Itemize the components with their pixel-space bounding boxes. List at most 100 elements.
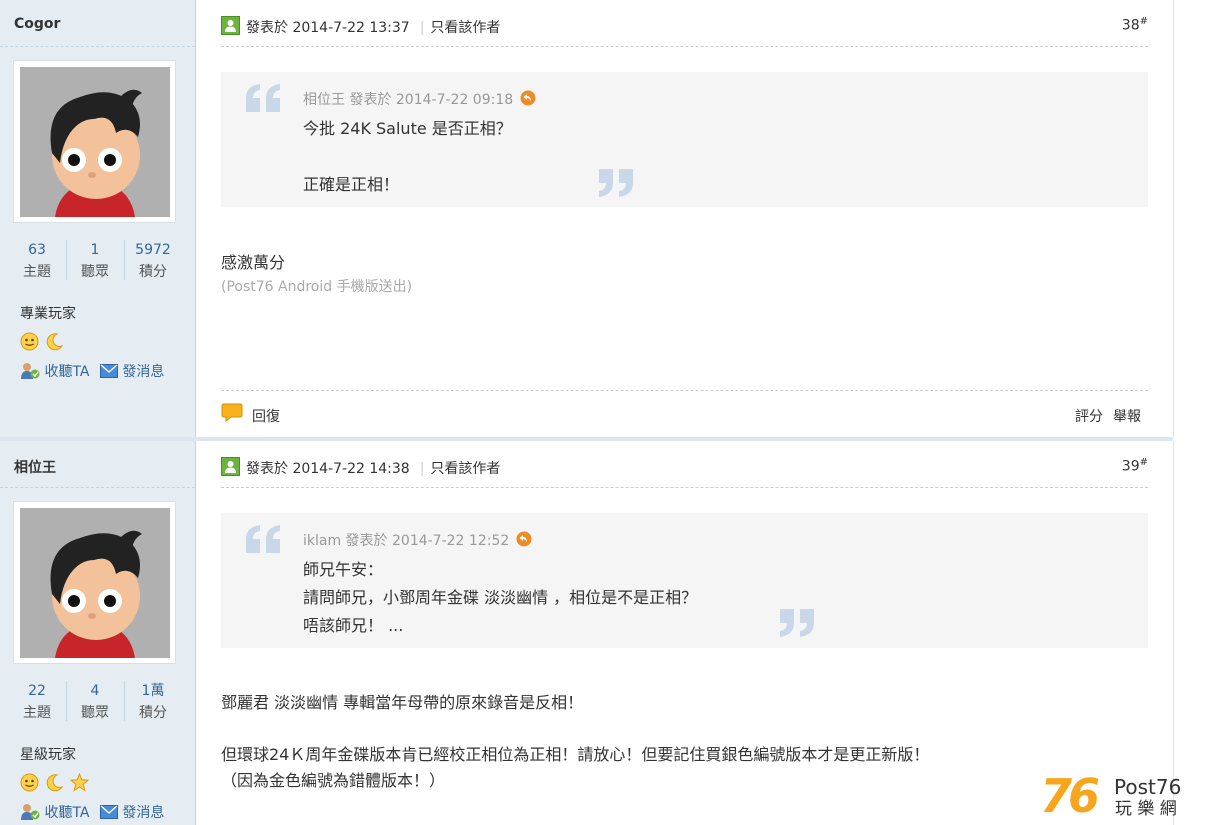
reply-icon[interactable] xyxy=(221,403,243,423)
rate-link[interactable]: 評分 xyxy=(1075,409,1103,425)
quote-block: 相位王 發表於 2014-7-22 09:18 今批 24K Salute 是否… xyxy=(221,72,1148,207)
divider xyxy=(221,487,1148,488)
moon-medal-icon[interactable] xyxy=(45,773,64,792)
send-message-link[interactable]: 發消息 xyxy=(122,805,164,821)
star-medal-icon[interactable] xyxy=(69,772,90,792)
user-rank[interactable]: 專業玩家 xyxy=(20,303,76,323)
stat-label: 聽眾 xyxy=(81,705,109,721)
stat-label: 主題 xyxy=(23,264,51,280)
divider xyxy=(221,46,1148,47)
divider xyxy=(0,487,195,488)
post-info-bar: 發表於 2014-7-22 14:38 | 只看該作者 39# xyxy=(221,455,1148,477)
send-message-link[interactable]: 發消息 xyxy=(122,364,164,380)
quote-line: 今批 24K Salute 是否正相？ xyxy=(303,119,512,138)
stat-value: 1萬 xyxy=(141,683,165,699)
floor-value: 39 xyxy=(1121,458,1140,475)
open-quote-icon xyxy=(246,84,280,112)
stat-followers[interactable]: 4 聽眾 xyxy=(66,679,124,723)
open-quote-icon xyxy=(246,525,280,553)
stat-followers[interactable]: 1 聽眾 xyxy=(66,238,124,282)
avatar-image xyxy=(20,508,170,658)
jump-to-post-icon[interactable] xyxy=(516,531,532,547)
author-name[interactable]: 相位王 xyxy=(14,457,56,477)
floor-mark: # xyxy=(1139,457,1148,468)
quote-line: 唔該師兄！ ... xyxy=(303,616,404,635)
source-note: (Post76 Android 手機版送出) xyxy=(221,279,413,295)
avatar[interactable] xyxy=(13,501,176,664)
post-38: Cogor 63 主題 1 聽眾 5972 積分 專業玩家 收聽TA 發消息 發… xyxy=(0,0,1174,437)
stat-threads[interactable]: 22 主題 xyxy=(8,679,66,723)
author-name[interactable]: Cogor xyxy=(14,16,60,32)
post76-logo: 76 Post76 玩 樂 網 xyxy=(1040,769,1200,823)
divider xyxy=(221,390,1148,391)
envelope-icon xyxy=(99,805,118,819)
envelope-icon xyxy=(99,364,118,378)
only-author-link[interactable]: 只看該作者 xyxy=(430,20,500,36)
post-info-bar: 發表於 2014-7-22 13:37 | 只看該作者 38# xyxy=(221,14,1148,36)
stat-points[interactable]: 1萬 積分 xyxy=(124,679,182,723)
only-author-link[interactable]: 只看該作者 xyxy=(430,461,500,477)
logo-number: 76 xyxy=(1040,772,1099,818)
floor-value: 38 xyxy=(1121,17,1140,34)
divider xyxy=(0,46,195,47)
logo-cjk: 玩 樂 網 xyxy=(1115,799,1177,818)
online-status-icon xyxy=(221,16,240,35)
floor-number[interactable]: 39# xyxy=(1122,457,1148,475)
author-stats: 22 主題 4 聽眾 1萬 積分 xyxy=(8,679,188,725)
follow-link[interactable]: 收聽TA xyxy=(44,364,89,380)
stat-value: 4 xyxy=(90,683,100,699)
medal-list xyxy=(20,331,65,351)
smiley-medal-icon[interactable] xyxy=(20,332,39,351)
quote-author-time: iklam 發表於 2014-7-22 12:52 xyxy=(303,533,510,549)
post-content: 發表於 2014-7-22 14:38 | 只看該作者 39# iklam 發表於 … xyxy=(196,441,1174,825)
floor-mark: # xyxy=(1139,16,1148,27)
quote-line: 正確是正相！ xyxy=(303,175,400,194)
post-body-line: 鄧麗君 淡淡幽情 專輯當年母帶的原來錄音是反相！ xyxy=(221,693,584,712)
author-sidebar: 相位王 22 主題 4 聽眾 1萬 積分 星級玩家 收聽TA 發消息 xyxy=(0,441,196,825)
author-actions: 收聽TA 發消息 xyxy=(20,361,164,381)
quote-line: 師兄午安： xyxy=(303,560,384,579)
post76-logo-image: 76 Post76 玩 樂 網 xyxy=(1040,769,1181,823)
follow-icon xyxy=(21,363,40,379)
stat-threads[interactable]: 63 主題 xyxy=(8,238,66,282)
logo-brand: Post76 xyxy=(1114,775,1181,799)
stat-value: 1 xyxy=(90,242,100,258)
author-sidebar: Cogor 63 主題 1 聽眾 5972 積分 專業玩家 收聽TA 發消息 xyxy=(0,0,196,437)
floor-number[interactable]: 38# xyxy=(1122,16,1148,34)
avatar[interactable] xyxy=(13,60,176,223)
smiley-medal-icon[interactable] xyxy=(20,773,39,792)
follow-icon xyxy=(21,804,40,820)
online-status-icon xyxy=(221,457,240,476)
stat-value: 5972 xyxy=(135,242,171,258)
author-stats: 63 主題 1 聽眾 5972 積分 xyxy=(8,238,188,284)
post-time: 發表於 2014-7-22 14:38 xyxy=(246,461,410,477)
divider: | xyxy=(419,20,425,36)
user-rank[interactable]: 星級玩家 xyxy=(20,744,76,764)
quote-header: iklam 發表於 2014-7-22 12:52 xyxy=(303,530,532,550)
post-footer-actions: 評分 舉報 xyxy=(1065,406,1141,426)
follow-link[interactable]: 收聽TA xyxy=(44,805,89,821)
post-39: 相位王 22 主題 4 聽眾 1萬 積分 星級玩家 收聽TA 發消息 發表於 2… xyxy=(0,441,1174,825)
medal-list xyxy=(20,772,90,792)
stat-label: 聽眾 xyxy=(81,264,109,280)
post-body-line: （因為金色編號為錯體版本！） xyxy=(221,771,446,790)
divider: | xyxy=(419,461,425,477)
stat-label: 積分 xyxy=(139,264,167,280)
jump-to-post-icon[interactable] xyxy=(520,90,536,106)
quote-line: 請問師兄，小鄧周年金碟 淡淡幽情 ，相位是不是正相？ xyxy=(303,588,698,607)
report-link[interactable]: 舉報 xyxy=(1113,409,1141,425)
stat-value: 22 xyxy=(28,683,46,699)
close-quote-icon xyxy=(780,609,814,637)
avatar-image xyxy=(20,67,170,217)
stat-points[interactable]: 5972 積分 xyxy=(124,238,182,282)
post-meta: 發表於 2014-7-22 13:37 | 只看該作者 xyxy=(246,17,500,37)
stat-label: 積分 xyxy=(139,705,167,721)
moon-medal-icon[interactable] xyxy=(45,332,64,351)
quote-header: 相位王 發表於 2014-7-22 09:18 xyxy=(303,89,536,109)
stat-value: 63 xyxy=(28,242,46,258)
post-body-line: 但環球24Ｋ周年金碟版本肯已經校正相位為正相！請放心！但要記住買銀色編號版本才是… xyxy=(221,745,930,764)
quote-author-time: 相位王 發表於 2014-7-22 09:18 xyxy=(303,92,514,108)
reply-button[interactable]: 回復 xyxy=(252,406,280,426)
quote-block: iklam 發表於 2014-7-22 12:52 師兄午安： 請問師兄，小鄧周… xyxy=(221,513,1148,648)
post-meta: 發表於 2014-7-22 14:38 | 只看該作者 xyxy=(246,458,500,478)
